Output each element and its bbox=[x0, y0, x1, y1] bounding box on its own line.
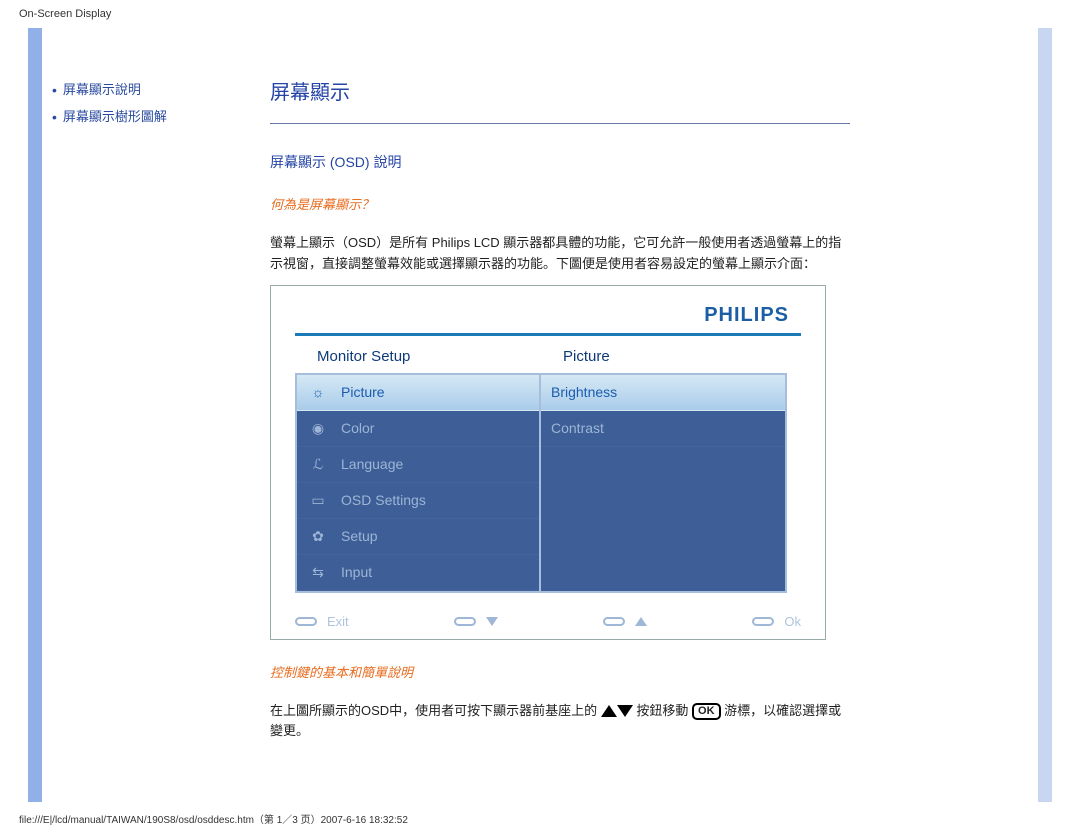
gear-icon: ✿ bbox=[307, 525, 329, 547]
osd-up-button[interactable] bbox=[603, 617, 647, 626]
pill-icon bbox=[752, 617, 774, 626]
osd-left-title: Monitor Setup bbox=[295, 340, 541, 373]
osd-item-label: Picture bbox=[341, 384, 385, 400]
osd-screenshot: PHILIPS Monitor Setup ☼ Picture ◉ Color bbox=[270, 285, 826, 640]
osd-ok-button[interactable]: Ok bbox=[752, 614, 801, 629]
screen-icon: ▭ bbox=[307, 489, 329, 511]
text-run: 按鈕移動 bbox=[636, 703, 692, 718]
main-content: 屏幕顯示 屏幕顯示 (OSD) 說明 何為是屏幕顯示？ 螢幕上顯示（OSD）是所… bbox=[234, 28, 1038, 802]
osd-left-box: ☼ Picture ◉ Color ℒ Language ▭ bbox=[295, 373, 541, 593]
osd-exit-label: Exit bbox=[327, 614, 349, 629]
sidebar: • 屏幕顯示說明 • 屏幕顯示樹形圖解 bbox=[42, 28, 234, 802]
bullet-icon: • bbox=[52, 108, 57, 126]
brightness-icon: ☼ bbox=[307, 381, 329, 403]
triangle-up-icon bbox=[601, 705, 617, 717]
osd-item-color[interactable]: ◉ Color bbox=[297, 411, 539, 447]
subsection-heading: 何為是屏幕顯示？ bbox=[270, 194, 998, 213]
triangle-down-icon bbox=[486, 617, 498, 626]
file-path-footer: file:///E|/lcd/manual/TAIWAN/190S8/osd/o… bbox=[19, 811, 408, 826]
sidebar-item-osd-tree[interactable]: • 屏幕顯示樹形圖解 bbox=[52, 109, 224, 126]
osd-item-label: Brightness bbox=[551, 384, 617, 400]
pill-icon bbox=[454, 617, 476, 626]
osd-item-label: Color bbox=[341, 420, 374, 436]
osd-bottom-bar: Exit Ok bbox=[295, 614, 801, 629]
sidebar-link-label: 屏幕顯示說明 bbox=[63, 82, 141, 99]
osd-ok-label: Ok bbox=[784, 614, 801, 629]
page-header: On-Screen Display bbox=[19, 8, 111, 20]
globe-icon: ◉ bbox=[307, 417, 329, 439]
osd-item-label: Setup bbox=[341, 528, 378, 544]
osd-item-label: Input bbox=[341, 564, 372, 580]
sidebar-item-osd-desc[interactable]: • 屏幕顯示說明 bbox=[52, 82, 224, 99]
osd-exit-button[interactable]: Exit bbox=[295, 614, 349, 629]
pill-icon bbox=[603, 617, 625, 626]
left-accent-bar bbox=[28, 28, 42, 802]
subsection-heading: 控制鍵的基本和簡單說明 bbox=[270, 662, 998, 681]
osd-item-input[interactable]: ⇆ Input bbox=[297, 555, 539, 591]
paragraph: 螢幕上顯示（OSD）是所有 Philips LCD 顯示器都具體的功能，它可允許… bbox=[270, 233, 850, 275]
right-accent-bar bbox=[1038, 28, 1052, 802]
ok-box-icon: OK bbox=[692, 703, 721, 720]
osd-item-language[interactable]: ℒ Language bbox=[297, 447, 539, 483]
text-run: 在上圖所顯示的OSD中，使用者可按下顯示器前基座上的 bbox=[270, 703, 601, 718]
osd-item-osd-settings[interactable]: ▭ OSD Settings bbox=[297, 483, 539, 519]
osd-item-label: Contrast bbox=[551, 420, 604, 436]
osd-item-picture[interactable]: ☼ Picture bbox=[297, 375, 539, 411]
triangle-down-icon bbox=[617, 705, 633, 717]
language-icon: ℒ bbox=[307, 453, 329, 475]
osd-item-brightness[interactable]: Brightness bbox=[541, 375, 785, 411]
section-heading: 屏幕顯示 (OSD) 說明 bbox=[270, 152, 998, 172]
osd-item-label: Language bbox=[341, 456, 403, 472]
bullet-icon: • bbox=[52, 81, 57, 99]
osd-item-setup[interactable]: ✿ Setup bbox=[297, 519, 539, 555]
pill-icon bbox=[295, 617, 317, 626]
philips-logo: PHILIPS bbox=[271, 286, 825, 333]
osd-left-panel: Monitor Setup ☼ Picture ◉ Color ℒ Langua bbox=[295, 340, 541, 593]
osd-item-contrast[interactable]: Contrast bbox=[541, 411, 785, 447]
osd-panels: Monitor Setup ☼ Picture ◉ Color ℒ Langua bbox=[271, 336, 825, 593]
page-title: 屏幕顯示 bbox=[270, 76, 998, 105]
osd-right-title: Picture bbox=[541, 340, 787, 373]
osd-item-label: OSD Settings bbox=[341, 492, 426, 508]
osd-right-box: Brightness Contrast bbox=[541, 373, 787, 593]
osd-down-button[interactable] bbox=[454, 617, 498, 626]
sidebar-link-label: 屏幕顯示樹形圖解 bbox=[63, 109, 167, 126]
osd-right-panel: Picture Brightness Contrast bbox=[541, 340, 787, 593]
divider bbox=[270, 123, 850, 124]
input-icon: ⇆ bbox=[307, 561, 329, 583]
paragraph: 在上圖所顯示的OSD中，使用者可按下顯示器前基座上的 按鈕移動 OK 游標，以確… bbox=[270, 701, 850, 743]
triangle-up-icon bbox=[635, 617, 647, 626]
page-frame: • 屏幕顯示說明 • 屏幕顯示樹形圖解 屏幕顯示 屏幕顯示 (OSD) 說明 何… bbox=[28, 28, 1052, 802]
